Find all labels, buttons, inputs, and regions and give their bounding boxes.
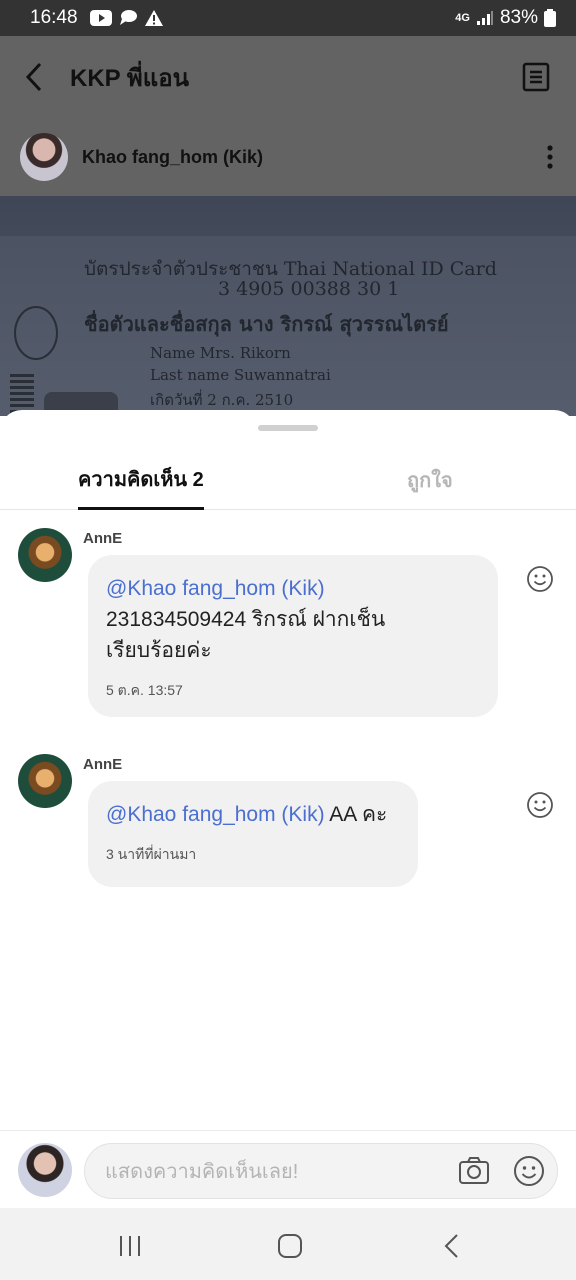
smiley-icon[interactable] — [526, 791, 554, 819]
network-type: 4G — [455, 12, 470, 24]
smiley-icon[interactable] — [526, 565, 554, 593]
notes-icon[interactable] — [522, 62, 552, 92]
emblem-icon — [14, 306, 58, 360]
comment-time: 5 ต.ค. 13:57 — [106, 682, 183, 698]
mention-link[interactable]: @Khao fang_hom (Kik) — [106, 577, 325, 600]
system-icons: 4G 83% — [455, 7, 556, 29]
comment-line: เรียบร้อยค่ะ — [106, 639, 212, 662]
status-time: 16:48 — [30, 7, 78, 28]
tab-comments[interactable]: ความคิดเห็น 2 — [78, 450, 204, 510]
id-card-dob: เกิดวันที่ 2 ก.ค. 2510 — [150, 391, 294, 409]
camera-icon[interactable] — [458, 1155, 490, 1185]
commenter-name[interactable]: AnnE — [83, 530, 122, 547]
more-options-icon[interactable] — [546, 144, 556, 170]
comment-input-bar: แสดงความคิดเห็นเลย! — [0, 1130, 576, 1208]
tab-likes[interactable]: ถูกใจ — [407, 450, 453, 510]
back-arrow-icon[interactable] — [24, 57, 54, 97]
id-card-name-en: Name Mrs. Rikorn — [150, 344, 291, 362]
commenter-avatar[interactable] — [18, 528, 72, 582]
notification-icons — [89, 9, 164, 27]
comment-input-placeholder: แสดงความคิดเห็นเลย! — [105, 1161, 299, 1183]
commenter-avatar[interactable] — [18, 754, 72, 808]
comment-bubble[interactable]: @Khao fang_hom (Kik) 231834509424 ริกรณ์… — [88, 555, 498, 717]
id-card-lastname-en: Last name Suwannatrai — [150, 366, 331, 384]
post-image[interactable]: บัตรประจำตัวประชาชน Thai National ID Car… — [0, 196, 576, 416]
system-nav-bar — [0, 1208, 576, 1280]
battery-percent: 83% — [499, 7, 538, 28]
post-author-name[interactable]: Khao fang_hom (Kik) — [82, 147, 263, 168]
commenter-name[interactable]: AnnE — [83, 756, 122, 773]
status-bar: 16:48 4G 83% — [0, 0, 576, 36]
battery-icon — [544, 9, 556, 27]
page-title: KKP พี่แอน — [70, 64, 190, 92]
comment-text: @Khao fang_hom (Kik) 231834509424 ริกรณ์… — [106, 573, 480, 666]
my-avatar — [18, 1143, 72, 1197]
sheet-drag-handle[interactable] — [258, 425, 318, 431]
comment-bubble[interactable]: @Khao fang_hom (Kik) AA คะ 3 นาทีที่ผ่าน… — [88, 781, 418, 887]
comment-line: 231834509424 ริกรณ์ ฝากเช็น — [106, 608, 386, 631]
comment-line: AA คะ — [324, 803, 388, 826]
youtube-icon — [89, 10, 112, 26]
recent-apps-icon[interactable] — [116, 1232, 144, 1260]
comment-text: @Khao fang_hom (Kik) AA คะ — [106, 799, 400, 830]
post-author-row: Khao fang_hom (Kik) — [0, 118, 576, 196]
id-card-name-th: ชื่อตัวและชื่อสกุล นาง ริกรณ์ สุวรรณไตรย… — [84, 312, 449, 336]
sheet-tabs: ความคิดเห็น 2 ถูกใจ — [0, 450, 576, 510]
warning-icon — [144, 9, 164, 27]
emoji-icon[interactable] — [513, 1155, 545, 1187]
back-icon[interactable] — [438, 1232, 466, 1260]
id-card-number: 3 4905 00388 30 1 — [218, 278, 400, 300]
chat-bubble-icon — [118, 9, 138, 27]
signal-icon — [476, 10, 494, 26]
id-card-photo: บัตรประจำตัวประชาชน Thai National ID Car… — [0, 236, 576, 416]
post-author-avatar[interactable] — [20, 133, 68, 181]
comment-time: 3 นาทีที่ผ่านมา — [106, 846, 197, 862]
home-icon[interactable] — [276, 1232, 304, 1260]
mention-link[interactable]: @Khao fang_hom (Kik) — [106, 803, 325, 826]
app-header: KKP พี่แอน — [0, 36, 576, 118]
